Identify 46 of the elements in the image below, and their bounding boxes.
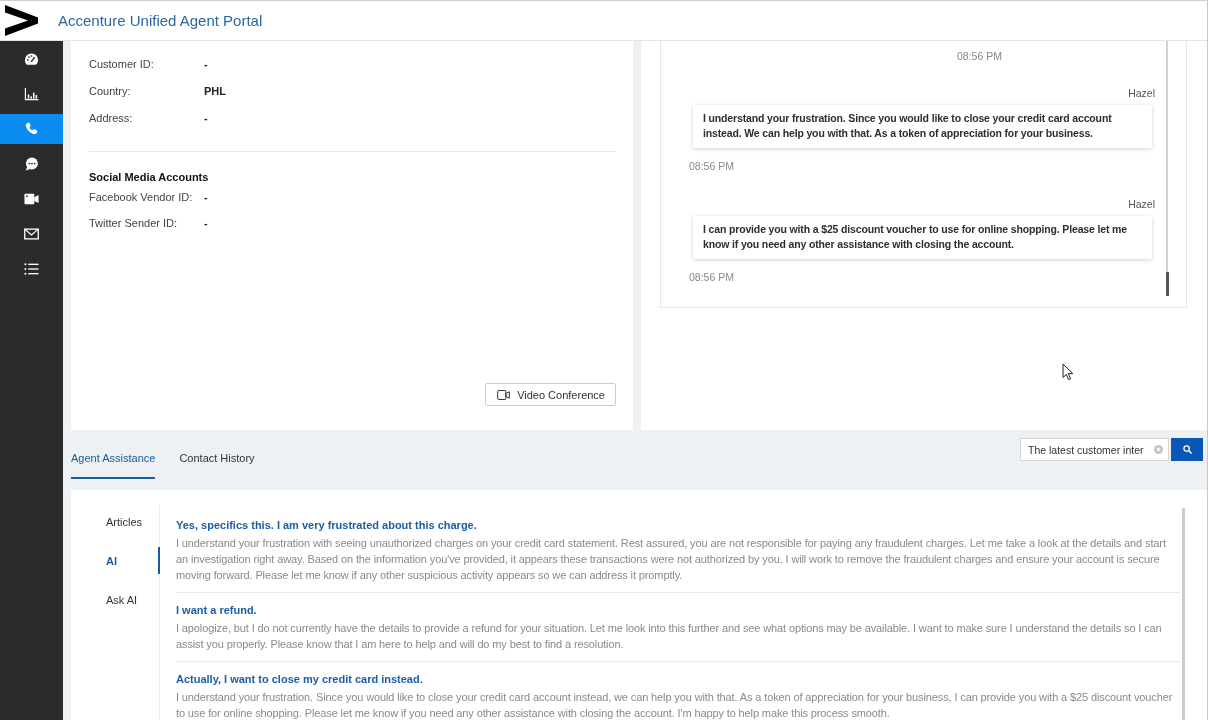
chat-timestamp: 08:56 PM xyxy=(689,159,734,173)
field-label: Address: xyxy=(89,110,133,125)
tab[interactable]: Agent Assistance xyxy=(71,430,156,479)
suggested-answer: I apologize, but I do not currently have the details to provide a refund for your situation. Let me look into this further and see what options may be available. I want to make sure I understand the details so I can assist you properly. Please know that I am here to help and will do my best to find a resolution. xyxy=(176,621,1163,652)
field-value: - xyxy=(204,190,208,204)
field-value: - xyxy=(204,216,208,230)
app-title: Accenture Unified Agent Portal xyxy=(58,12,263,29)
scrollbar[interactable] xyxy=(1182,508,1185,720)
chat-timestamp: 08:56 PM xyxy=(689,270,734,284)
bar-chart-icon xyxy=(24,87,39,101)
suggested-answer: I understand your frustration with seeing unauthorized charges on your credit card statement. Rest assured, you are not responsible for paying any fraudulent charges. Let me take a look at the details and start an investigation right away. Based on the information you've provided, it appears these transactions were not authorized by you. I will work to remove the fraudulent charges and ensure your account is secure moving forward. Please let me know if any other suspicious activity appears so we can address it promptly. xyxy=(176,536,1167,583)
suggested-answer: I understand your frustration. Since you would like to close your credit card account instead, we can help you with that. As a token of appreciation for your business, I can provide you with a $25 discount voucher to use for online shopping. Please let me know if you need any other assistance with closing the account. I'm happy to help make this process smooth. xyxy=(176,690,1174,720)
video-camera-icon xyxy=(24,192,39,206)
message-bubble: I can provide you with a $25 discount voucher to use for online shopping. Please let me know if you need any other assistance with closing the account. xyxy=(693,216,1152,259)
chat-bubble-icon xyxy=(24,157,39,171)
message-bubble: I understand your frustration. Since you would like to close your credit card account instead. We can help you with that. As a token of appreciation for your business. xyxy=(693,105,1152,148)
nav-tab[interactable]: AI xyxy=(71,547,160,574)
field-value: PHL xyxy=(204,83,226,98)
tab[interactable]: Contact History xyxy=(179,430,255,479)
video-camera-icon xyxy=(497,389,511,400)
field-label: Country: xyxy=(89,83,131,98)
field-label: Facebook Vendor ID: xyxy=(89,190,193,204)
sender-name: Hazel xyxy=(1128,86,1155,100)
suggested-question[interactable]: Actually, I want to close my credit card instead. xyxy=(176,671,1180,687)
field-label: Twitter Sender ID: xyxy=(89,216,178,230)
search-icon xyxy=(1182,445,1192,454)
search-field[interactable]: The latest customer inter xyxy=(1020,438,1169,461)
mouse-pointer-icon xyxy=(1062,363,1074,381)
search-button[interactable] xyxy=(1171,438,1203,461)
list-icon xyxy=(24,262,39,276)
scrollbar[interactable] xyxy=(1166,41,1169,296)
sender-name: Hazel xyxy=(1128,197,1155,211)
nav-tab[interactable]: Articles xyxy=(71,508,160,535)
chevron-logo-icon xyxy=(5,5,38,36)
nav-tab[interactable]: Ask AI xyxy=(71,586,160,613)
field-value: - xyxy=(204,110,208,125)
suggested-question[interactable]: I want a refund. xyxy=(176,602,1180,618)
video-conference-button[interactable]: Video Conference xyxy=(485,383,616,406)
field-value: - xyxy=(204,56,208,71)
chat-timestamp: 08:56 PM xyxy=(957,49,1002,63)
phone-icon xyxy=(24,122,39,136)
gauge-icon xyxy=(24,52,39,66)
envelope-icon xyxy=(24,227,39,241)
section-title: Social Media Accounts xyxy=(89,170,209,184)
field-label: Customer ID: xyxy=(89,56,154,71)
suggested-question[interactable]: Yes, specifics this. I am very frustrated about this charge. xyxy=(176,517,1180,533)
